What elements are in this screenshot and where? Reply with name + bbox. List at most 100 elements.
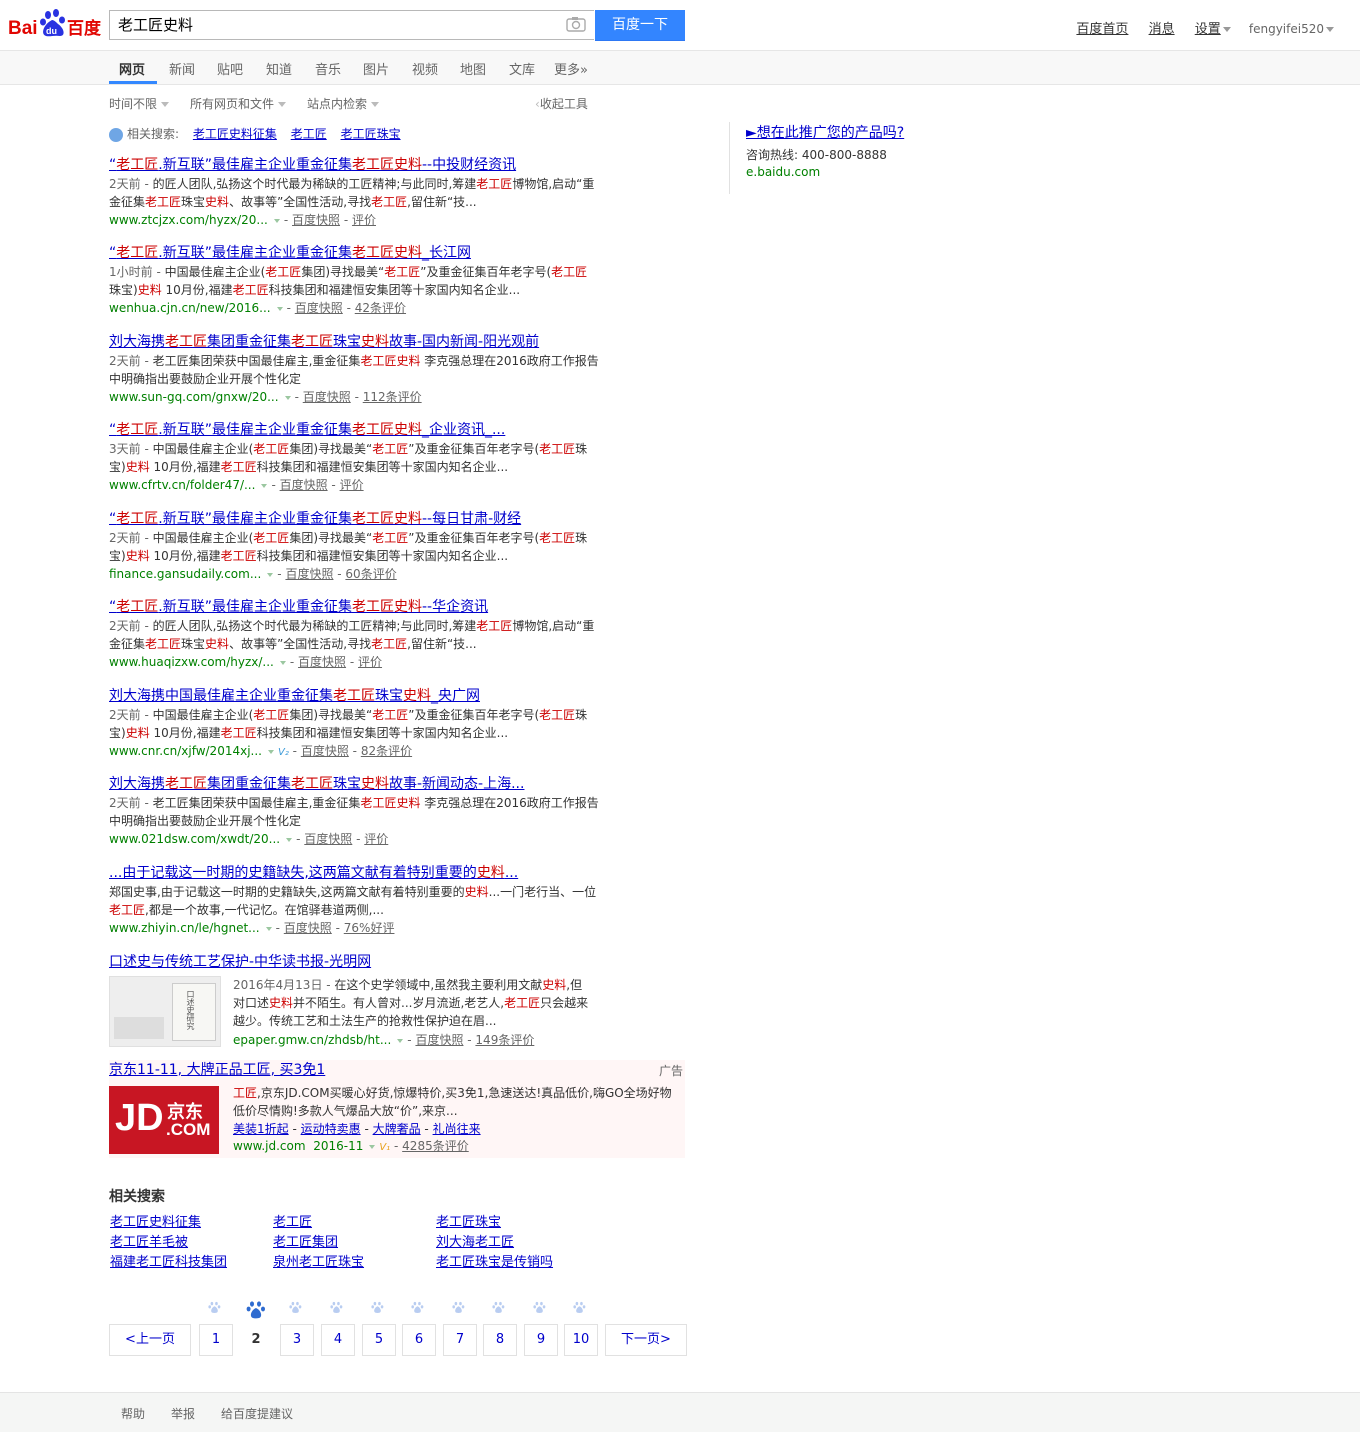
- page-link[interactable]: 5: [362, 1324, 396, 1356]
- result-title[interactable]: ...由于记载这一时期的史籍缺失,这两篇文献有着特别重要的史料...: [109, 865, 518, 881]
- comment-link[interactable]: 82条评价: [361, 744, 412, 758]
- v2-badge-icon[interactable]: V₂: [278, 747, 289, 758]
- link-messages[interactable]: 消息: [1149, 22, 1175, 37]
- search-button[interactable]: 百度一下: [595, 10, 685, 41]
- tab-tieba[interactable]: 贴吧: [217, 59, 243, 78]
- related-link[interactable]: 泉州老工匠珠宝: [273, 1251, 364, 1270]
- result-title[interactable]: “老工匠.新互联”最佳雇主企业重金征集老工匠史料--中投财经资讯: [109, 157, 516, 173]
- related-link[interactable]: 老工匠珠宝: [436, 1211, 501, 1230]
- result-url[interactable]: www.sun-gq.com/gnxw/20...: [109, 390, 279, 404]
- comment-link[interactable]: 42条评价: [355, 301, 406, 315]
- snapshot-link[interactable]: 百度快照: [298, 655, 346, 669]
- dropdown-icon[interactable]: [286, 837, 293, 842]
- side-ad-url[interactable]: e.baidu.com: [746, 165, 1006, 179]
- ad-url[interactable]: www.jd.com: [233, 1139, 306, 1153]
- v1-badge-icon[interactable]: V₁: [379, 1142, 390, 1153]
- related-link[interactable]: 福建老工匠科技集团: [110, 1251, 227, 1270]
- snapshot-link[interactable]: 百度快照: [303, 390, 351, 404]
- search-input[interactable]: 老工匠史料: [109, 10, 594, 40]
- username[interactable]: fengyifei520: [1249, 22, 1324, 36]
- snapshot-link[interactable]: 百度快照: [295, 301, 343, 315]
- tool-filetype[interactable]: 所有网页和文件: [190, 95, 287, 112]
- related-link[interactable]: 老工匠羊毛被: [110, 1231, 188, 1250]
- dropdown-icon[interactable]: [397, 1038, 404, 1043]
- comment-link[interactable]: 评价: [364, 832, 388, 846]
- dropdown-icon[interactable]: [284, 395, 291, 400]
- ad-sublink[interactable]: 运动特卖惠: [301, 1122, 361, 1136]
- ad-sublink[interactable]: 大牌奢品: [373, 1122, 421, 1136]
- tab-music[interactable]: 音乐: [315, 59, 341, 78]
- dropdown-icon[interactable]: [267, 749, 274, 754]
- link-settings[interactable]: 设置: [1195, 22, 1221, 37]
- result-title[interactable]: 口述史与传统工艺保护-中华读书报-光明网: [109, 954, 371, 970]
- result-title[interactable]: “老工匠.新互联”最佳雇主企业重金征集老工匠史料--每日甘肃-财经: [109, 511, 521, 527]
- ad-sublink[interactable]: 美装1折起: [233, 1122, 289, 1136]
- footer-report-link[interactable]: 举报: [171, 1405, 195, 1422]
- comment-link[interactable]: 149条评价: [475, 1033, 534, 1047]
- result-title[interactable]: 刘大海携中国最佳雇主企业重金征集老工匠珠宝史料_央广网: [109, 688, 480, 704]
- ad-title[interactable]: 京东11-11, 大牌正品工匠, 买3免1: [109, 1060, 325, 1080]
- page-link[interactable]: 6: [402, 1324, 436, 1356]
- page-link[interactable]: 1: [199, 1324, 233, 1356]
- ad-sublink[interactable]: 礼尚往来: [433, 1122, 481, 1136]
- dropdown-icon[interactable]: [261, 483, 268, 488]
- comment-link[interactable]: 112条评价: [363, 390, 422, 404]
- related-top-link[interactable]: 老工匠: [291, 127, 327, 141]
- related-link[interactable]: 老工匠集团: [273, 1231, 338, 1250]
- tab-map[interactable]: 地图: [460, 59, 486, 78]
- tool-time[interactable]: 时间不限: [109, 95, 170, 112]
- related-link[interactable]: 老工匠珠宝是传销吗: [436, 1251, 553, 1270]
- tab-video[interactable]: 视频: [412, 59, 438, 78]
- comment-link[interactable]: 评价: [340, 478, 364, 492]
- result-url[interactable]: www.021dsw.com/xwdt/20...: [109, 832, 280, 846]
- tab-more[interactable]: 更多»: [554, 59, 588, 78]
- snapshot-link[interactable]: 百度快照: [304, 832, 352, 846]
- page-link[interactable]: 10: [564, 1324, 598, 1356]
- tab-wenku[interactable]: 文库: [509, 59, 535, 78]
- dropdown-icon[interactable]: [273, 218, 280, 223]
- page-link[interactable]: 4: [321, 1324, 355, 1356]
- snapshot-link[interactable]: 百度快照: [280, 478, 328, 492]
- footer-feedback-link[interactable]: 给百度提建议: [221, 1405, 293, 1422]
- result-title[interactable]: 刘大海携老工匠集团重金征集老工匠珠宝史料故事-国内新闻-阳光观前: [109, 334, 539, 350]
- promote-link[interactable]: ►想在此推广您的产品吗?: [746, 125, 904, 141]
- prev-page-button[interactable]: <上一页: [109, 1324, 191, 1356]
- comment-link[interactable]: 4285条评价: [402, 1139, 469, 1153]
- dropdown-icon[interactable]: [369, 1144, 376, 1149]
- tool-site[interactable]: 站点内检索: [307, 95, 380, 112]
- tab-web[interactable]: 网页: [119, 59, 145, 78]
- snapshot-link[interactable]: 百度快照: [285, 567, 333, 581]
- result-title[interactable]: “老工匠.新互联”最佳雇主企业重金征集老工匠史料_长江网: [109, 245, 471, 261]
- result-title[interactable]: “老工匠.新互联”最佳雇主企业重金征集老工匠史料--华企资讯: [109, 599, 488, 615]
- dropdown-icon[interactable]: [279, 660, 286, 665]
- tab-images[interactable]: 图片: [363, 59, 389, 78]
- page-link[interactable]: 8: [483, 1324, 517, 1356]
- next-page-button[interactable]: 下一页>: [605, 1324, 687, 1356]
- jd-logo[interactable]: JD 京东 .COM: [109, 1086, 219, 1154]
- collapse-tools-button[interactable]: ‹收起工具: [535, 95, 588, 112]
- result-url[interactable]: www.huaqizxw.com/hyzx/...: [109, 655, 274, 669]
- camera-icon[interactable]: [566, 16, 586, 32]
- snapshot-link[interactable]: 百度快照: [284, 921, 332, 935]
- comment-link[interactable]: 60条评价: [345, 567, 396, 581]
- dropdown-icon[interactable]: [267, 572, 274, 577]
- result-url[interactable]: finance.gansudaily.com...: [109, 567, 261, 581]
- baidu-logo[interactable]: Bai du 百度: [8, 6, 104, 40]
- related-link[interactable]: 刘大海老工匠: [436, 1231, 514, 1250]
- result-title[interactable]: 刘大海携老工匠集团重金征集老工匠珠宝史料故事-新闻动态-上海...: [109, 776, 524, 792]
- dropdown-icon[interactable]: [265, 926, 272, 931]
- snapshot-link[interactable]: 百度快照: [301, 744, 349, 758]
- result-thumbnail[interactable]: 口述史研究: [109, 976, 221, 1047]
- related-link[interactable]: 老工匠: [273, 1211, 312, 1230]
- page-link[interactable]: 3: [280, 1324, 314, 1356]
- result-url[interactable]: epaper.gmw.cn/zhdsb/ht...: [233, 1033, 391, 1047]
- result-url[interactable]: www.zhiyin.cn/le/hgnet...: [109, 921, 260, 935]
- result-url[interactable]: www.cfrtv.cn/folder47/...: [109, 478, 255, 492]
- result-title[interactable]: “老工匠.新互联”最佳雇主企业重金征集老工匠史料_企业资讯_...: [109, 422, 505, 438]
- snapshot-link[interactable]: 百度快照: [292, 213, 340, 227]
- page-link[interactable]: 7: [443, 1324, 477, 1356]
- result-url[interactable]: wenhua.cjn.cn/new/2016...: [109, 301, 271, 315]
- comment-link[interactable]: 评价: [352, 213, 376, 227]
- snapshot-link[interactable]: 百度快照: [415, 1033, 463, 1047]
- dropdown-icon[interactable]: [276, 306, 283, 311]
